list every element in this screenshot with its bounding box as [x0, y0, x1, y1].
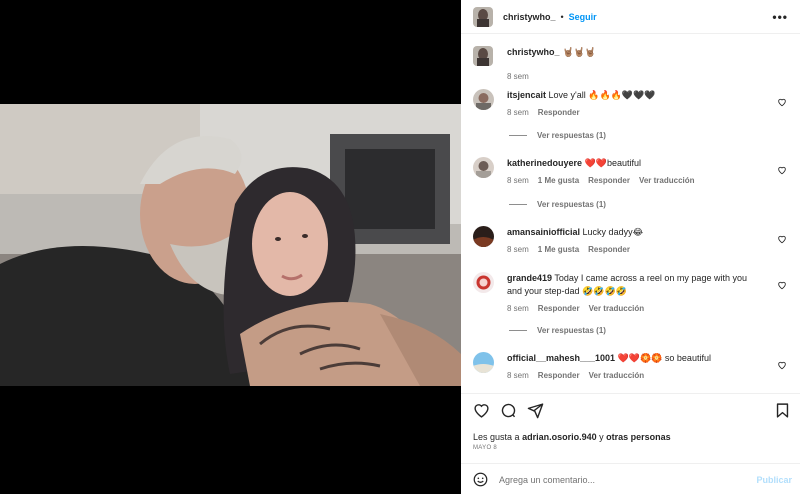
view-replies-button[interactable]: Ver respuestas (1) [509, 326, 606, 335]
heart-icon[interactable] [473, 402, 490, 419]
comment-like-heart-icon[interactable] [777, 280, 787, 290]
reply-button[interactable]: Responder [538, 371, 580, 380]
smiley-icon[interactable] [473, 472, 488, 487]
commenter-avatar[interactable] [473, 226, 494, 247]
post-photo[interactable] [0, 104, 461, 386]
view-replies-button[interactable]: Ver respuestas (1) [509, 131, 606, 140]
comment-time[interactable]: 8 sem [507, 371, 529, 380]
commenter-username[interactable]: official__mahesh___1001 [507, 353, 615, 363]
post-header: christywho_ • Seguir ••• [461, 0, 800, 34]
author-username[interactable]: christywho_ [503, 12, 556, 22]
caption-username[interactable]: christywho_ [507, 47, 560, 57]
comment-icon[interactable] [500, 402, 517, 419]
comment-time[interactable]: 8 sem [507, 245, 529, 254]
comment-like-heart-icon[interactable] [777, 165, 787, 175]
reply-button[interactable]: Responder [538, 304, 580, 313]
comment-text: ❤️❤️beautiful [584, 158, 641, 168]
likes-others[interactable]: otras personas [606, 432, 671, 442]
comment-text: Lucky dadyy😂 [582, 227, 644, 237]
post-media [0, 0, 461, 494]
comment-likes-count[interactable]: 1 Me gusta [538, 176, 579, 185]
comment-input[interactable] [499, 471, 739, 488]
comments-list: christywho_ 🤘🏽🤘🏽🤘🏽 8 sem itsjencait Love … [461, 34, 800, 392]
commenter-username[interactable]: grande419 [507, 273, 552, 283]
comment-likes-count[interactable]: 1 Me gusta [538, 245, 579, 254]
caption-time[interactable]: 8 sem [507, 72, 529, 81]
comment-like-heart-icon[interactable] [777, 97, 787, 107]
add-comment-bar: Publicar [461, 463, 800, 494]
caption-avatar[interactable] [473, 46, 493, 66]
commenter-avatar[interactable] [473, 272, 494, 293]
likes-prefix: Les gusta a [473, 432, 520, 442]
more-options-icon[interactable]: ••• [772, 10, 788, 24]
send-icon[interactable] [527, 402, 544, 419]
follow-button[interactable]: Seguir [569, 12, 597, 22]
comment-text: Love y'all 🔥🔥🔥🖤🖤🖤 [548, 90, 656, 100]
reply-button[interactable]: Responder [588, 176, 630, 185]
post-actions: Les gusta a adrian.osorio.940 y otras pe… [461, 393, 800, 451]
comment-time[interactable]: 8 sem [507, 108, 529, 117]
post-side-panel: christywho_ • Seguir ••• christywho_ 🤘🏽🤘🏽… [461, 0, 800, 494]
commenter-avatar[interactable] [473, 352, 494, 373]
action-icons-row [473, 402, 791, 422]
post-date[interactable]: MAYO 8 [473, 445, 497, 451]
likes-summary[interactable]: Les gusta a adrian.osorio.940 y otras pe… [473, 432, 671, 442]
commenter-username[interactable]: amansainiofficial [507, 227, 580, 237]
commenter-avatar[interactable] [473, 157, 494, 178]
likes-user[interactable]: adrian.osorio.940 [522, 432, 597, 442]
caption-text: 🤘🏽🤘🏽🤘🏽 [562, 47, 597, 57]
view-replies-button[interactable]: Ver respuestas (1) [509, 200, 606, 209]
translate-button[interactable]: Ver traducción [639, 176, 695, 185]
publish-button[interactable]: Publicar [756, 475, 792, 485]
translate-button[interactable]: Ver traducción [589, 304, 645, 313]
translate-button[interactable]: Ver traducción [589, 371, 645, 380]
comment-time[interactable]: 8 sem [507, 176, 529, 185]
comment-text: ❤️❤️🏵️🏵️ so beautiful [617, 353, 711, 363]
separator-dot: • [560, 11, 564, 22]
comment-time[interactable]: 8 sem [507, 304, 529, 313]
commenter-username[interactable]: itsjencait [507, 90, 546, 100]
photo-illustration [0, 104, 461, 386]
commenter-avatar[interactable] [473, 89, 494, 110]
reply-button[interactable]: Responder [538, 108, 580, 117]
comment-like-heart-icon[interactable] [777, 234, 787, 244]
author-avatar[interactable] [473, 6, 493, 27]
bookmark-icon[interactable] [774, 402, 791, 419]
commenter-username[interactable]: katherinedouyere [507, 158, 582, 168]
likes-joiner: y [599, 432, 604, 442]
comment-like-heart-icon[interactable] [777, 360, 787, 370]
reply-button[interactable]: Responder [588, 245, 630, 254]
